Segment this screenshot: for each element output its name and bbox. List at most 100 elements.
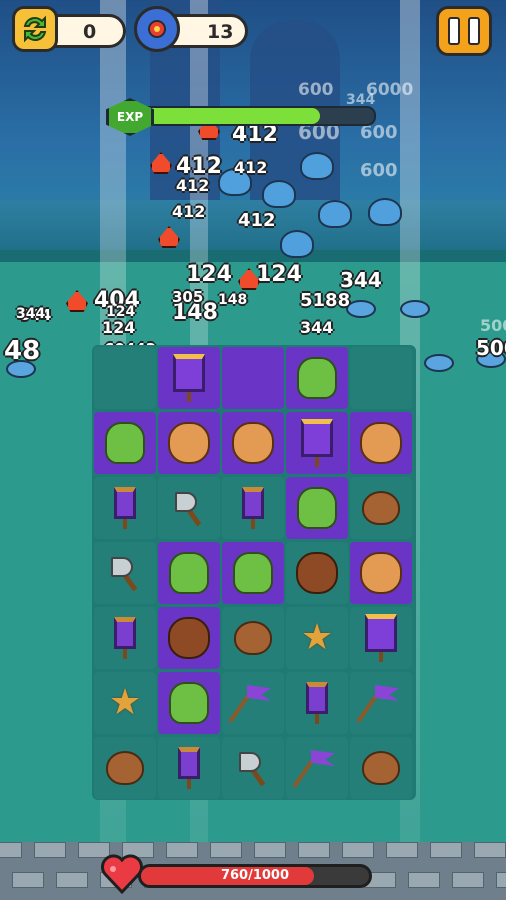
wall-brick	[452, 872, 484, 888]
fish-enemy	[318, 200, 352, 228]
banner-icon	[102, 615, 148, 661]
board-cell[interactable]	[350, 477, 412, 539]
board-cell[interactable]	[350, 347, 412, 409]
board-cell[interactable]	[222, 347, 284, 409]
swap-count: 0	[83, 21, 97, 43]
board-cell[interactable]	[350, 542, 412, 604]
board-cell[interactable]: ★	[94, 672, 156, 734]
banner-icon	[166, 745, 212, 791]
board-cell[interactable]	[158, 412, 220, 474]
board-cell[interactable]	[94, 607, 156, 669]
wall-brick	[166, 842, 198, 858]
damage-number: 500	[480, 316, 506, 335]
crab-enemy	[424, 354, 454, 372]
goblin-helmet-icon	[294, 485, 340, 531]
board-cell[interactable]	[158, 542, 220, 604]
board-cell[interactable]	[94, 477, 156, 539]
axe-icon	[230, 745, 276, 791]
board-cell[interactable]	[222, 672, 284, 734]
pause-button[interactable]	[436, 6, 492, 56]
gem-count: 13	[207, 21, 234, 43]
paw-icon	[358, 745, 404, 791]
board-cell[interactable]	[286, 347, 348, 409]
wall-brick	[0, 842, 22, 858]
exp-bar	[128, 106, 376, 126]
bear-icon	[166, 615, 212, 661]
wall-brick	[474, 842, 506, 858]
hp-text: 760/1000	[220, 868, 290, 883]
board-cell[interactable]	[222, 737, 284, 799]
red-flower-gem-icon[interactable]	[134, 6, 180, 52]
star-icon: ★	[108, 682, 142, 723]
wall-brick	[56, 872, 88, 888]
goblin-icon	[166, 550, 212, 596]
fish-enemy	[368, 198, 402, 226]
horned-warrior-icon	[166, 420, 212, 466]
damage-number: 124	[186, 262, 232, 287]
board-cell[interactable]	[94, 737, 156, 799]
board-cell[interactable]	[158, 347, 220, 409]
board-cell[interactable]	[94, 347, 156, 409]
board-cell[interactable]	[286, 737, 348, 799]
banner-star-icon	[166, 354, 212, 402]
board-cell[interactable]	[222, 477, 284, 539]
flag-icon	[356, 680, 404, 726]
board-cell[interactable]	[222, 542, 284, 604]
goblin-icon	[166, 680, 212, 726]
wall-brick	[12, 872, 44, 888]
damage-number: 412	[234, 158, 268, 177]
board-cell[interactable]	[94, 542, 156, 604]
board-cell[interactable]	[158, 477, 220, 539]
goblin-helmet-icon	[294, 355, 340, 401]
horned-warrior-icon	[230, 420, 276, 466]
paw-icon	[230, 615, 276, 661]
board-cell[interactable]	[158, 672, 220, 734]
exp-fill	[130, 108, 321, 124]
board-cell[interactable]	[158, 607, 220, 669]
board-cell[interactable]	[350, 672, 412, 734]
damage-number: 124	[102, 318, 136, 337]
board-cell[interactable]	[222, 607, 284, 669]
wall-brick	[254, 842, 286, 858]
damage-number: 600	[360, 160, 398, 181]
flag-icon	[292, 745, 340, 791]
damage-number: 500	[476, 336, 506, 360]
wall-brick	[298, 842, 330, 858]
pause-icon	[448, 17, 460, 45]
damage-number: 344	[16, 306, 46, 322]
game-scene: 600 6000 600 412 412 600 600 412 412 412 412 124 124…	[0, 0, 506, 900]
board-cell[interactable]: ★	[286, 607, 348, 669]
board-cell[interactable]	[286, 477, 348, 539]
damage-number: 600	[298, 80, 334, 100]
merge-board: ★ ★	[92, 345, 416, 800]
wall-brick	[496, 872, 506, 888]
wall-brick	[408, 872, 440, 888]
board-cell[interactable]	[350, 737, 412, 799]
board-cell[interactable]	[350, 412, 412, 474]
damage-number: 5188	[300, 290, 351, 311]
board-cell[interactable]	[222, 412, 284, 474]
swap-arrows-icon[interactable]	[12, 6, 58, 52]
goblin-glow-icon	[230, 550, 276, 596]
goblin-helmet-icon	[102, 420, 148, 466]
exp-label: EXP	[116, 110, 144, 124]
fish-enemy	[300, 152, 334, 180]
board-cell[interactable]	[94, 412, 156, 474]
paw-icon	[102, 745, 148, 791]
banner-icon	[294, 680, 340, 726]
bear-icon	[294, 550, 340, 596]
damage-number: 48	[4, 336, 41, 366]
board-cell[interactable]	[286, 672, 348, 734]
fish-enemy	[262, 180, 296, 208]
board-cell[interactable]	[158, 737, 220, 799]
damage-number: 412	[176, 176, 210, 195]
board-cell[interactable]	[286, 412, 348, 474]
damage-number: 412	[172, 202, 206, 221]
knight-icon	[358, 420, 404, 466]
star-icon: ★	[300, 617, 334, 658]
banner-icon	[102, 485, 148, 531]
board-cell[interactable]	[350, 607, 412, 669]
fish-enemy	[280, 230, 314, 258]
board-cell[interactable]	[286, 542, 348, 604]
paw-icon	[358, 485, 404, 531]
